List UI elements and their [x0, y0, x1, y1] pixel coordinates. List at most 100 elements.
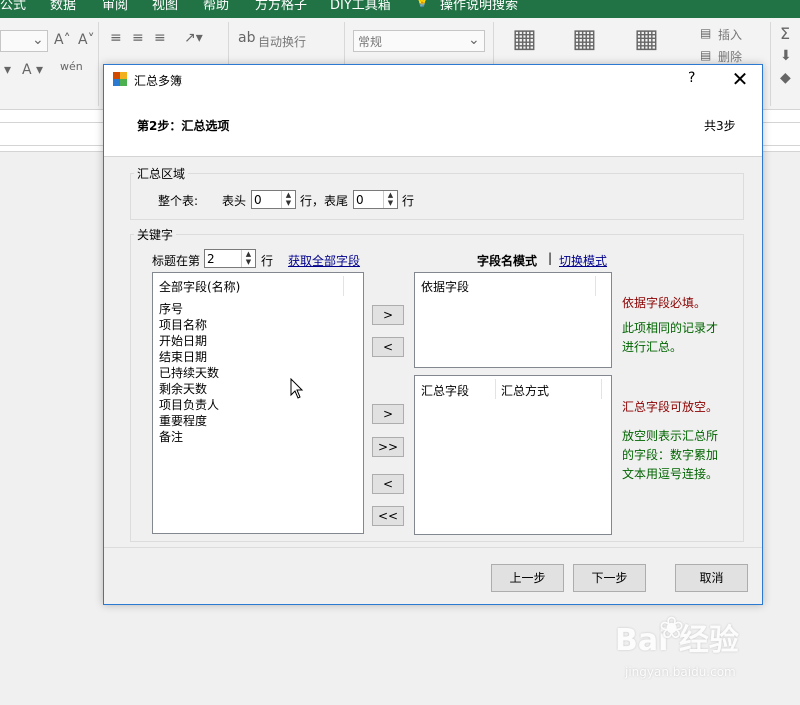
- help-icon[interactable]: ?: [688, 70, 695, 86]
- keyword-group-label: 关键字: [134, 226, 177, 243]
- tab-view[interactable]: 视图: [152, 0, 178, 13]
- chevron-down-icon: ⌄: [32, 32, 44, 48]
- chevron-down-icon: ⌄: [468, 32, 480, 48]
- phonetic-icon[interactable]: wén: [60, 60, 83, 73]
- title-row-spinner[interactable]: 2 ▲ ▼: [204, 249, 256, 268]
- summary-fields-list[interactable]: 汇总字段 汇总方式: [414, 375, 612, 535]
- summary-desc-line2: 的字段：数字累加: [622, 448, 719, 462]
- footer-row-unit: 行: [402, 194, 415, 208]
- wrap-text-icon: ab: [238, 30, 256, 46]
- summary-field-header: 汇总字段: [421, 384, 470, 398]
- paw-icon: ❀: [659, 611, 685, 646]
- list-item[interactable]: 项目负责人: [159, 397, 219, 413]
- clear-icon[interactable]: ◆: [780, 70, 791, 86]
- font-color-icon[interactable]: A ▾: [22, 62, 43, 78]
- prev-step-button[interactable]: 上一步: [491, 564, 564, 592]
- header-rows-label: 表头: [222, 194, 247, 208]
- remove-all-summary-fields-button[interactable]: <<: [372, 506, 404, 526]
- list-item[interactable]: 项目名称: [159, 317, 219, 333]
- dialog-title: 汇总多簿: [134, 74, 183, 88]
- title-row-value: 2: [207, 252, 215, 266]
- align-middle-icon[interactable]: ≡: [132, 30, 144, 46]
- tab-diy-toolbox[interactable]: DIY工具箱: [330, 0, 391, 13]
- field-mode-label: 字段名模式: [477, 254, 538, 268]
- basis-field-header: 依据字段: [421, 280, 470, 294]
- list-item[interactable]: 序号: [159, 301, 219, 317]
- summary-method-header: 汇总方式: [501, 384, 550, 398]
- tab-data[interactable]: 数据: [50, 0, 76, 13]
- cancel-button[interactable]: 取消: [675, 564, 748, 592]
- remove-summary-field-button[interactable]: <: [372, 474, 404, 494]
- footer-rows-value: 0: [356, 193, 364, 207]
- summary-desc-line1: 放空则表示汇总所: [622, 429, 719, 443]
- increase-font-icon[interactable]: A˄: [54, 32, 71, 48]
- list-item[interactable]: 已持续天数: [159, 365, 219, 381]
- delete-cells-icon: ▤: [700, 48, 712, 62]
- step-header: 第2步：汇总选项 共3步: [104, 95, 762, 157]
- cell-styles-icon[interactable]: ▦: [634, 24, 659, 54]
- conditional-format-icon[interactable]: ▦: [512, 24, 537, 54]
- fill-icon[interactable]: ⬇: [780, 48, 792, 64]
- footer-rows-label: 行，表尾: [300, 194, 349, 208]
- tab-help[interactable]: 帮助: [203, 0, 229, 13]
- close-icon[interactable]: ✕: [730, 67, 750, 91]
- add-basis-field-button[interactable]: >: [372, 305, 404, 325]
- list-item[interactable]: 结束日期: [159, 349, 219, 365]
- wrap-text-button[interactable]: 自动换行: [258, 33, 306, 50]
- lightbulb-icon: 💡: [414, 0, 431, 9]
- spin-down-icon[interactable]: ▼: [282, 199, 295, 207]
- all-fields-list[interactable]: 全部字段(名称) 序号 项目名称 开始日期 结束日期 已持续天数 剩余天数 项目负责人 重要程…: [152, 272, 364, 534]
- excel-menu-bar: 公式 数据 审阅 视图 帮助 方方格子 DIY工具箱 💡 操作说明搜索: [0, 0, 800, 18]
- insert-button[interactable]: 插入: [718, 26, 742, 43]
- footer-divider: [104, 547, 762, 548]
- decrease-font-icon[interactable]: A˅: [78, 32, 95, 48]
- add-all-summary-fields-button[interactable]: >>: [372, 437, 404, 457]
- spin-up-icon[interactable]: ▲: [384, 191, 397, 199]
- mode-separator: |: [548, 251, 553, 265]
- align-top-icon[interactable]: ≡: [110, 30, 122, 46]
- format-as-table-icon[interactable]: ▦: [572, 24, 597, 54]
- tab-formulas[interactable]: 公式: [0, 0, 26, 13]
- spin-down-icon[interactable]: ▼: [384, 199, 397, 207]
- switch-mode-link[interactable]: 切换模式: [559, 252, 607, 269]
- title-row-unit: 行: [261, 254, 274, 268]
- all-fields-header: 全部字段(名称): [159, 280, 241, 294]
- spin-up-icon[interactable]: ▲: [242, 250, 255, 258]
- tab-review[interactable]: 审阅: [102, 0, 128, 13]
- title-row-label: 标题在第: [152, 254, 201, 268]
- spin-up-icon[interactable]: ▲: [282, 191, 295, 199]
- basis-required-note: 依据字段必填。: [622, 296, 707, 310]
- list-item[interactable]: 剩余天数: [159, 381, 219, 397]
- summary-optional-note: 汇总字段可放空。: [622, 400, 719, 414]
- list-item[interactable]: 重要程度: [159, 413, 219, 429]
- header-rows-spinner[interactable]: 0 ▲ ▼: [251, 190, 296, 209]
- basis-desc-line1: 此项相同的记录才: [622, 321, 719, 335]
- next-step-button[interactable]: 下一步: [573, 564, 646, 592]
- dropdown-arrow-icon[interactable]: ▾: [4, 62, 11, 78]
- footer-rows-spinner[interactable]: 0 ▲ ▼: [353, 190, 398, 209]
- insert-cells-icon: ▤: [700, 26, 712, 40]
- mouse-cursor-icon: [290, 378, 304, 399]
- range-group-label: 汇总区域: [134, 165, 189, 182]
- autosum-icon[interactable]: Σ: [780, 24, 790, 43]
- add-summary-field-button[interactable]: >: [372, 404, 404, 424]
- list-item[interactable]: 备注: [159, 429, 219, 445]
- summary-workbooks-dialog: 汇总多簿 ? ✕ 第2步：汇总选项 共3步 汇总区域 整个表: 表头 0 ▲ ▼ …: [103, 64, 763, 605]
- number-format-value: 常规: [358, 35, 383, 49]
- delete-button[interactable]: 删除: [718, 48, 742, 65]
- align-bottom-icon[interactable]: ≡: [154, 30, 166, 46]
- dialog-titlebar: 汇总多簿 ? ✕: [104, 65, 762, 95]
- remove-basis-field-button[interactable]: <: [372, 337, 404, 357]
- basis-desc-line2: 进行汇总。: [622, 340, 683, 354]
- orientation-icon[interactable]: ↗▾: [184, 30, 203, 46]
- tell-me-search[interactable]: 操作说明搜索: [440, 0, 518, 13]
- baidu-jingyan-watermark: Bai 经验 ❀ jingyan.baidu.com: [615, 611, 760, 690]
- tab-ffcell[interactable]: 方方格子: [255, 0, 307, 13]
- all-fields-items: 序号 项目名称 开始日期 结束日期 已持续天数 剩余天数 项目负责人 重要程度 备注: [159, 301, 219, 445]
- get-all-fields-link[interactable]: 获取全部字段: [288, 252, 360, 269]
- basis-fields-list[interactable]: 依据字段: [414, 272, 612, 368]
- step-total: 共3步: [704, 119, 736, 133]
- spin-down-icon[interactable]: ▼: [242, 258, 255, 266]
- list-item[interactable]: 开始日期: [159, 333, 219, 349]
- header-rows-value: 0: [254, 193, 262, 207]
